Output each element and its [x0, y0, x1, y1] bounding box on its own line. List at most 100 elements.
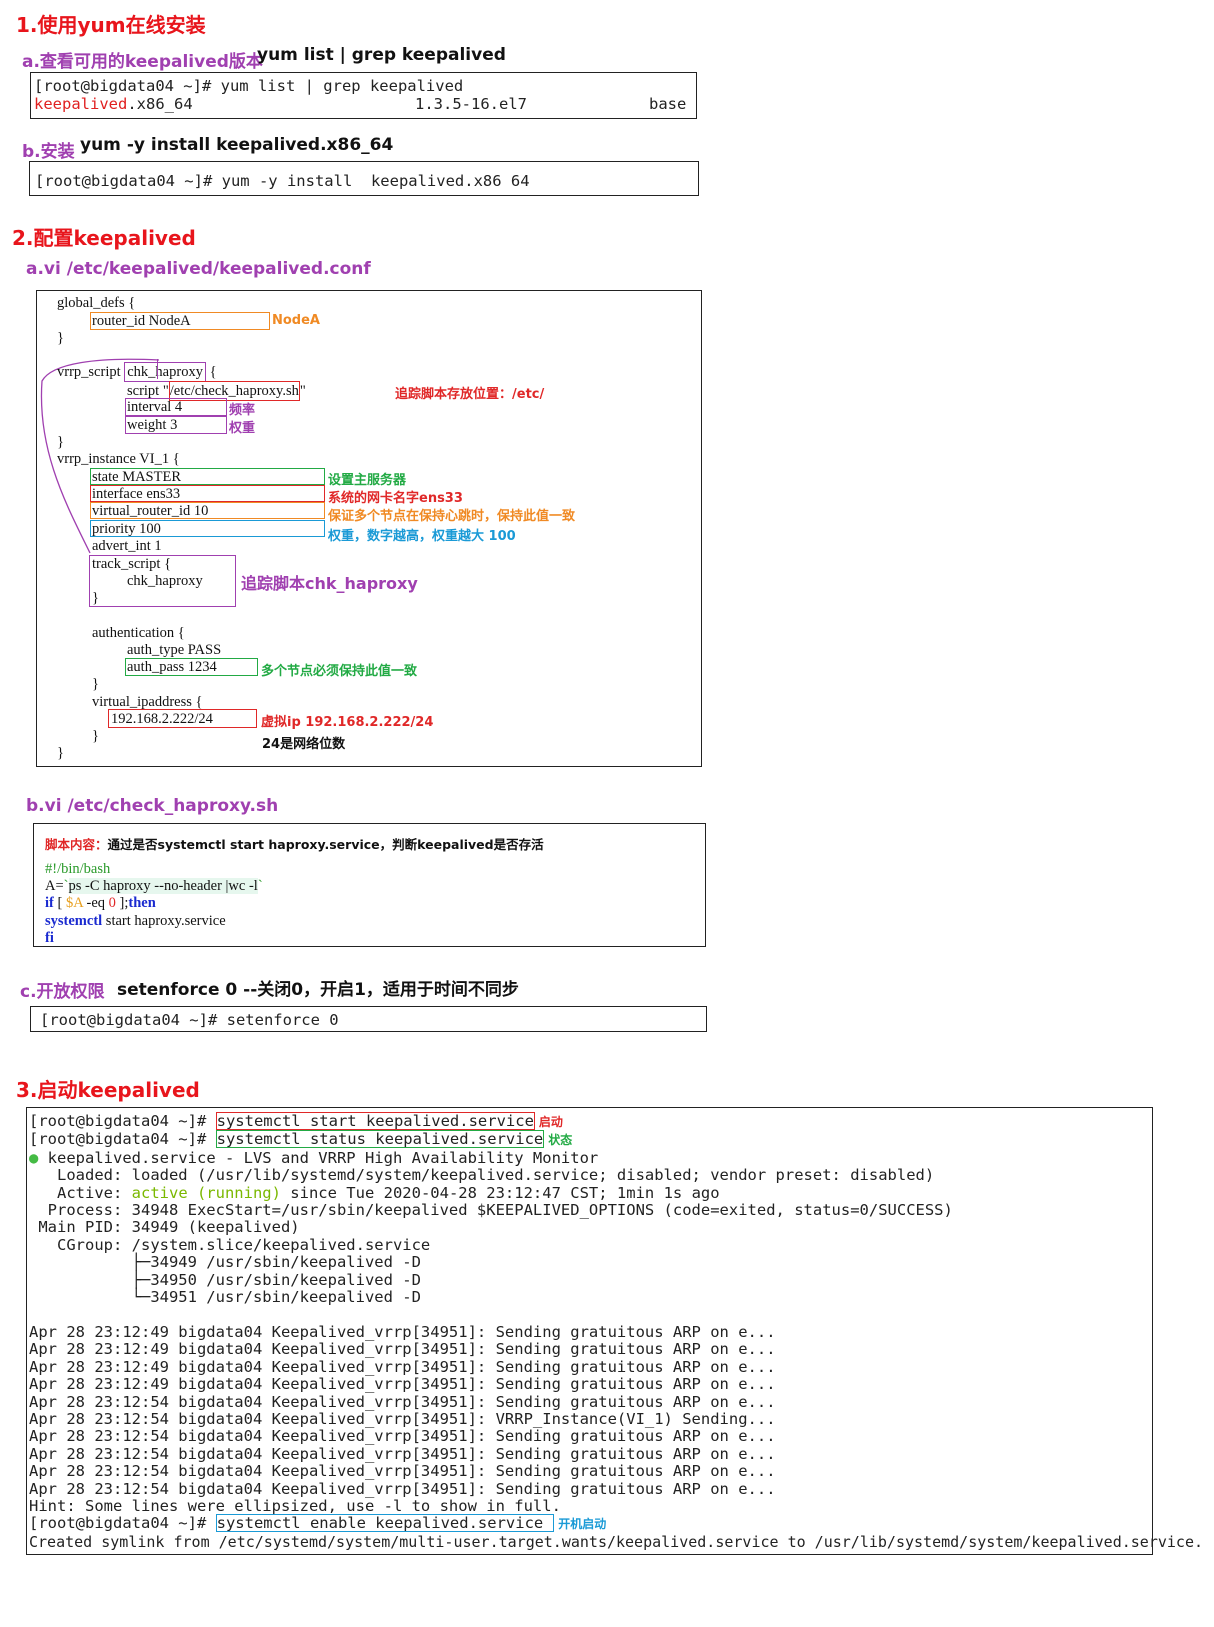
- section2c-label: c.开放权限: [20, 982, 105, 1002]
- line-status: [root@bigdata04 ~]# systemctl status kee…: [29, 1130, 573, 1149]
- script-systemctl: systemctl start haproxy.service: [45, 913, 226, 929]
- conf-global-defs: global_defs {: [57, 295, 136, 311]
- note-priority: 权重，数字越高，权重越大 100: [328, 529, 516, 544]
- conf-track: track_script {: [92, 556, 172, 572]
- log-line: Apr 28 23:12:54 bigdata04 Keepalived_vrr…: [29, 1392, 776, 1411]
- yum-install-line: [root@bigdata04 ~]# yum -y install keepa…: [35, 172, 530, 190]
- note-script-location: 追踪脚本存放位置：/etc/: [395, 387, 545, 402]
- section1-title: 1.使用yum在线安装: [16, 13, 206, 37]
- conf-vrid: virtual_router_id 10: [92, 503, 209, 519]
- log-line: Apr 28 23:12:49 bigdata04 Keepalived_vrr…: [29, 1340, 776, 1359]
- script-shebang: #!/bin/bash: [45, 861, 111, 877]
- pkg-version: 1.3.5-16.el7: [415, 95, 527, 113]
- conf-auth-type: auth_type PASS: [127, 642, 222, 658]
- conf-auth-close: }: [92, 676, 99, 692]
- pkg-name: keepalived: [34, 95, 128, 113]
- note-weight: 权重: [229, 421, 256, 436]
- line-cgroup: CGroup: /system.slice/keepalived.service: [29, 1235, 431, 1254]
- setenforce-line: [root@bigdata04 ~]# setenforce 0: [40, 1011, 339, 1029]
- section2b-label: b.vi /etc/check_haproxy.sh: [26, 796, 279, 816]
- terminal-lines: [root@bigdata04 ~]# systemctl start keep…: [29, 1112, 1203, 1551]
- note-start: 启动: [538, 1115, 563, 1129]
- status-dot-icon: ●: [29, 1148, 39, 1167]
- log-line: Apr 28 23:12:54 bigdata04 Keepalived_vrr…: [29, 1479, 776, 1498]
- conf-interval: interval 4: [127, 399, 183, 415]
- section1b-label: b.安装: [22, 142, 75, 162]
- hl-cmd-enable: systemctl enable keepalived.service: [215, 1514, 555, 1533]
- hl-cmd-status: systemctl status keepalived.service: [215, 1130, 545, 1149]
- line-blank: [29, 1306, 1203, 1323]
- conf-weight: weight 3: [127, 417, 178, 433]
- script-assign: A=`ps -C haproxy --no-header |wc -l`: [45, 878, 263, 894]
- line-start: [root@bigdata04 ~]# systemctl start keep…: [29, 1112, 563, 1130]
- section2c-cmd: setenforce 0 --关闭0，开启1，适用于时间不同步: [117, 980, 519, 1000]
- section3-title: 3.启动keepalived: [16, 1078, 200, 1102]
- note-vrid: 保证多个节点在保持心跳时，保持此值一致: [328, 509, 576, 524]
- section1a-cmd: yum list | grep keepalived: [257, 45, 506, 65]
- conf-vrrp-script: vrrp_script chk_haproxy {: [57, 362, 217, 382]
- systemctl-terminal: [root@bigdata04 ~]# systemctl start keep…: [26, 1107, 1203, 1555]
- line-symlink: Created symlink from /etc/systemd/system…: [29, 1532, 1203, 1551]
- note-vip: 虚拟ip 192.168.2.222/24: [261, 715, 434, 730]
- line-process: Process: 34948 ExecStart=/usr/sbin/keepa…: [29, 1201, 953, 1220]
- line-loaded: Loaded: loaded (/usr/lib/systemd/system/…: [29, 1166, 935, 1185]
- log-line: Apr 28 23:12:54 bigdata04 Keepalived_vrr…: [29, 1444, 776, 1463]
- note-mask: 24是网络位数: [262, 737, 346, 752]
- line-active: Active: active (running) since Tue 2020-…: [29, 1183, 720, 1202]
- yum-list-result: keepalived.x86_64: [34, 95, 193, 113]
- conf-track-close: }: [92, 590, 99, 606]
- section2-title: 2.配置keepalived: [12, 226, 196, 250]
- line-mainpid: Main PID: 34949 (keepalived): [29, 1218, 300, 1237]
- conf-router-id: router_id NodeA: [92, 313, 191, 329]
- note-track: 追踪脚本chk_haproxy: [241, 574, 418, 593]
- log-line: Apr 28 23:12:49 bigdata04 Keepalived_vrr…: [29, 1357, 776, 1376]
- section1a-label: a.查看可用的keepalived版本: [22, 52, 263, 72]
- conf-vrrp-instance: vrrp_instance VI_1 {: [57, 451, 180, 467]
- conf-interface: interface ens33: [92, 486, 181, 502]
- log-line: Apr 28 23:12:54 bigdata04 Keepalived_vrr…: [29, 1462, 776, 1481]
- line-hint: Hint: Some lines were ellipsized, use -l…: [29, 1496, 561, 1515]
- pkg-repo: base: [649, 95, 687, 113]
- active-state: active (running): [131, 1183, 281, 1202]
- line-cgroup-2: ├─34950 /usr/sbin/keepalived -D: [29, 1270, 421, 1289]
- script-description: 脚本内容：通过是否systemctl start haproxy.service…: [45, 837, 544, 852]
- line-cgroup-1: ├─34949 /usr/sbin/keepalived -D: [29, 1253, 421, 1272]
- pkg-arch: .x86_64: [127, 95, 193, 113]
- conf-state: state MASTER: [92, 469, 182, 485]
- section2a-label: a.vi /etc/keepalived/keepalived.conf: [26, 259, 371, 279]
- hl-cmd-start: systemctl start keepalived.service: [215, 1112, 535, 1130]
- section1b-cmd: yum -y install keepalived.x86_64: [80, 135, 394, 155]
- conf-vip-addr: 192.168.2.222/24: [111, 711, 213, 727]
- conf-close3: }: [57, 745, 64, 761]
- line-service: ● keepalived.service - LVS and VRRP High…: [29, 1148, 599, 1167]
- keepalived-conf-box: global_defs { router_id NodeA NodeA } vr…: [36, 290, 702, 767]
- line-enable: [root@bigdata04 ~]# systemctl enable kee…: [29, 1514, 607, 1533]
- check-haproxy-box: 脚本内容：通过是否systemctl start haproxy.service…: [33, 823, 706, 947]
- conf-close1: }: [57, 330, 64, 346]
- yum-install-terminal: [root@bigdata04 ~]# yum -y install keepa…: [29, 161, 699, 196]
- line-cgroup-3: └─34951 /usr/sbin/keepalived -D: [29, 1288, 421, 1307]
- log-line: Apr 28 23:12:49 bigdata04 Keepalived_vrr…: [29, 1322, 776, 1341]
- conf-auth: authentication {: [92, 625, 185, 641]
- conf-track-chk: chk_haproxy: [127, 573, 203, 589]
- note-master: 设置主服务器: [328, 473, 407, 488]
- yum-list-terminal: [root@bigdata04 ~]# yum list | grep keep…: [30, 72, 697, 119]
- setenforce-terminal: [root@bigdata04 ~]# setenforce 0: [30, 1006, 707, 1032]
- conf-vip-close: }: [92, 728, 99, 744]
- yum-list-line: [root@bigdata04 ~]# yum list | grep keep…: [34, 77, 464, 95]
- log-line: Apr 28 23:12:49 bigdata04 Keepalived_vrr…: [29, 1375, 776, 1394]
- note-interface: 系统的网卡名字ens33: [328, 491, 463, 506]
- note-status: 状态: [548, 1133, 573, 1148]
- script-if: if [ $A -eq 0 ];then: [45, 895, 156, 911]
- conf-priority: priority 100: [92, 521, 161, 537]
- note-freq: 频率: [229, 403, 256, 418]
- hl-chk-haproxy: chk_haproxy: [124, 362, 206, 382]
- conf-close2: }: [57, 434, 64, 450]
- conf-auth-pass: auth_pass 1234: [127, 659, 217, 675]
- note-auth: 多个节点必须保持此值一致: [261, 664, 418, 679]
- note-enable: 开机启动: [558, 1517, 607, 1532]
- hl-vrrp-divider: [157, 359, 159, 379]
- script-fi: fi: [45, 930, 54, 946]
- log-line: Apr 28 23:12:54 bigdata04 Keepalived_vrr…: [29, 1427, 776, 1446]
- log-line: Apr 28 23:12:54 bigdata04 Keepalived_vrr…: [29, 1409, 776, 1428]
